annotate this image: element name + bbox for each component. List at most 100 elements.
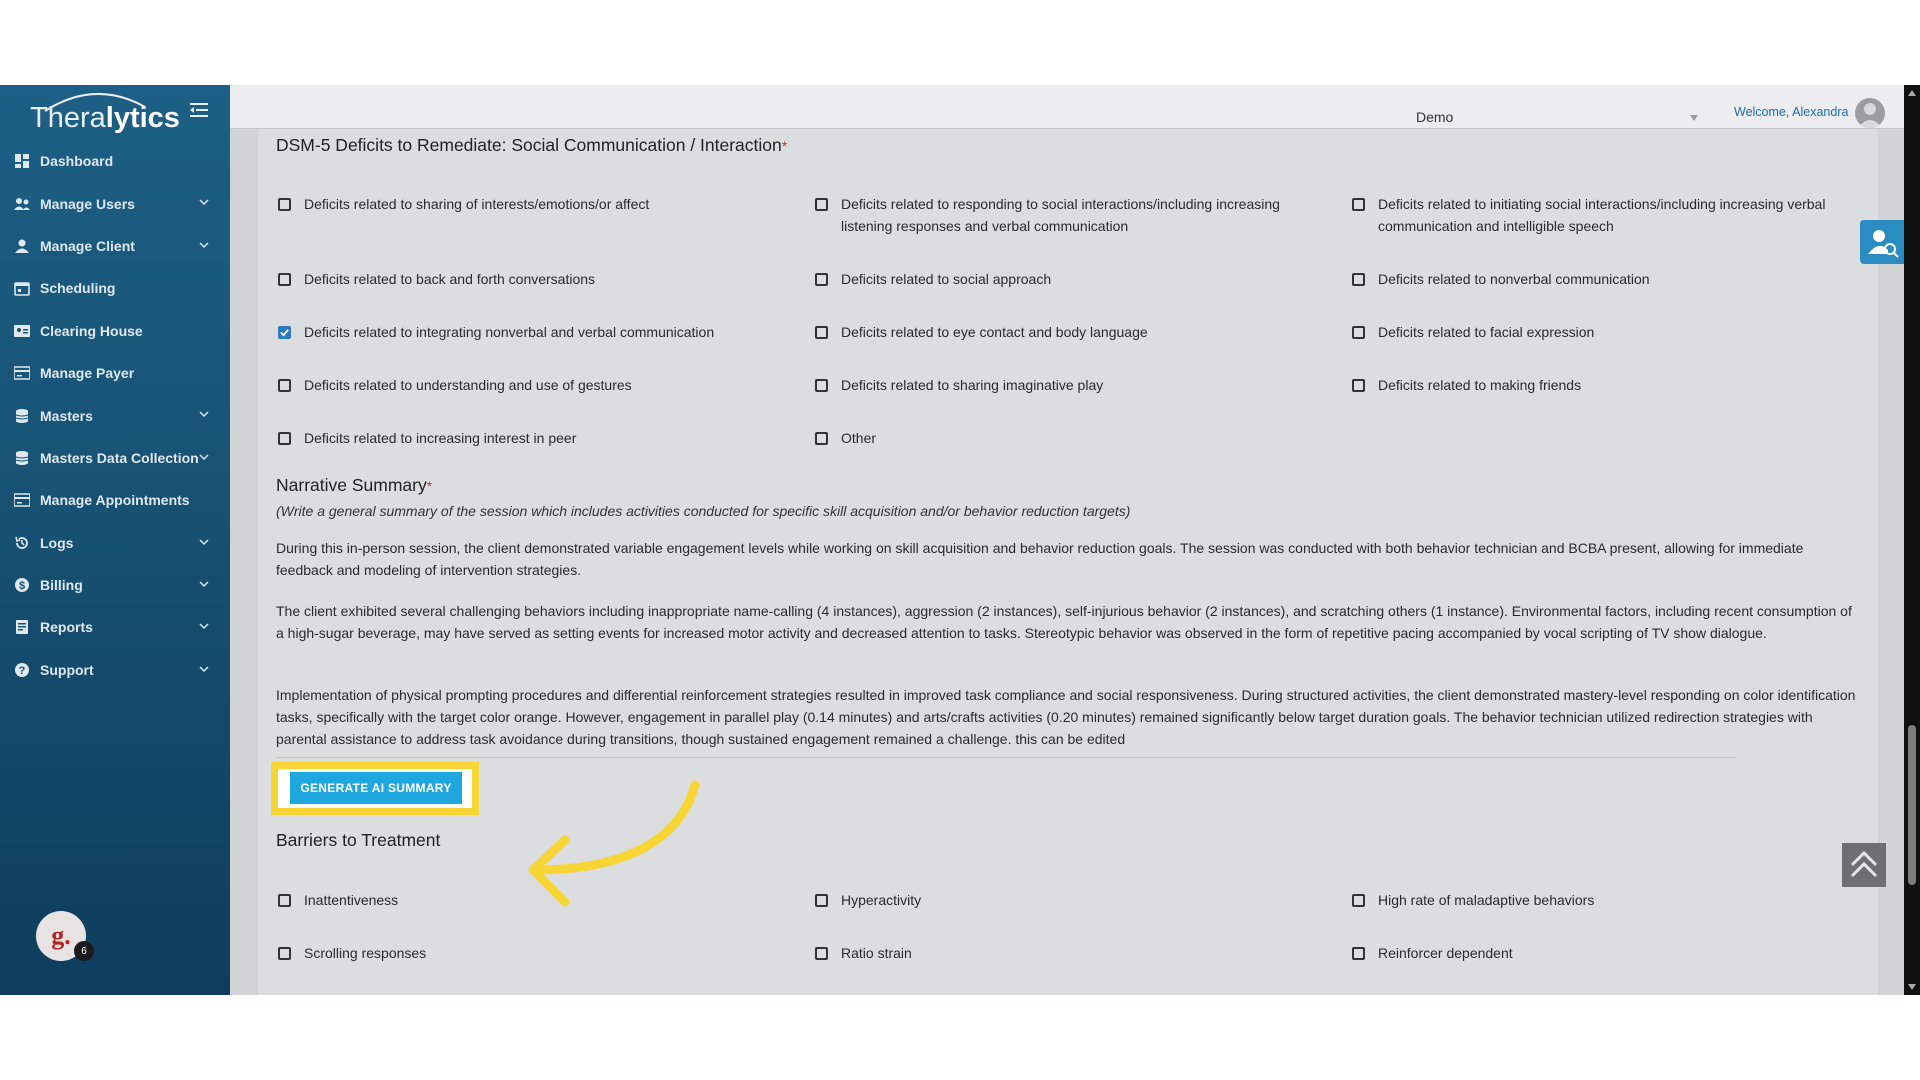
checkbox-option[interactable]: Ratio strain [815, 942, 1335, 964]
scroll-down-arrow-icon[interactable] [1904, 979, 1920, 995]
user-search-button[interactable] [1860, 220, 1904, 264]
checkbox[interactable] [278, 379, 291, 392]
checkbox-option[interactable]: Deficits related to sharing of interests… [278, 193, 798, 215]
sidebar-item-billing[interactable]: $ Billing [0, 564, 230, 606]
checkbox[interactable] [815, 432, 828, 445]
checkbox-option[interactable]: Deficits related to facial expression [1352, 321, 1832, 343]
chevron-down-icon [199, 623, 209, 630]
checkbox-label: Other [841, 430, 877, 446]
checkbox[interactable] [1352, 326, 1365, 339]
checkbox-label: Deficits related to making friends [1378, 377, 1582, 393]
checkbox[interactable] [815, 326, 828, 339]
narrative-paragraph[interactable]: Implementation of physical prompting pro… [276, 684, 1862, 750]
checkbox-option[interactable]: Other [815, 427, 1335, 449]
sidebar-item-label: Manage Users [40, 195, 135, 212]
checkbox[interactable] [1352, 198, 1365, 211]
organization-select[interactable]: Demo [1416, 109, 1706, 129]
brand-name-part1: Thera [30, 102, 106, 134]
chevron-down-icon [199, 411, 209, 418]
sidebar-item-label: Scheduling [40, 280, 116, 297]
checkbox-option[interactable]: Deficits related to responding to social… [815, 193, 1335, 237]
checkbox-label: Deficits related to understanding and us… [304, 377, 632, 393]
checkbox-option[interactable]: Deficits related to back and forth conve… [278, 268, 798, 290]
checkbox[interactable] [278, 198, 291, 211]
checkbox[interactable] [815, 894, 828, 907]
organization-select-value: Demo [1416, 109, 1454, 125]
checkbox[interactable] [1352, 273, 1365, 286]
sidebar-item-masters[interactable]: Masters [0, 394, 230, 436]
checkbox-option[interactable]: Hyperactivity [815, 889, 1335, 911]
sidebar-item-label: Logs [40, 534, 74, 551]
checkbox[interactable] [815, 198, 828, 211]
checkbox-option[interactable]: High rate of maladaptive behaviors [1352, 889, 1832, 911]
checkbox-label: High rate of maladaptive behaviors [1378, 892, 1595, 908]
sidebar: Theralytics Dashboard Manage Users Manag… [0, 85, 230, 995]
checkbox-option[interactable]: Deficits related to nonverbal communicat… [1352, 268, 1832, 290]
svg-text:?: ? [19, 665, 26, 677]
textarea-underline [276, 757, 1736, 758]
sidebar-item-logs[interactable]: Logs [0, 522, 230, 564]
top-bar: Demo Welcome, Alexandra [230, 85, 1904, 129]
chevron-down-icon [199, 581, 209, 587]
checkbox-option[interactable]: Deficits related to understanding and us… [278, 374, 798, 396]
report-icon [16, 620, 28, 635]
sidebar-item-manage-client[interactable]: Manage Client [0, 225, 230, 267]
generate-ai-summary-button[interactable]: GENERATE AI SUMMARY [290, 772, 462, 804]
required-mark: * [781, 138, 788, 154]
checkbox-label: Reinforcer dependent [1378, 945, 1513, 961]
sidebar-item-support[interactable]: ? Support [0, 649, 230, 691]
checkbox-option[interactable]: Deficits related to social approach [815, 268, 1335, 290]
checkbox-option[interactable]: Deficits related to increasing interest … [278, 427, 798, 449]
sidebar-item-masters-data-collection[interactable]: Masters Data Collection [0, 437, 230, 479]
client-icon [15, 239, 29, 253]
narrative-paragraph[interactable]: During this in-person session, the clien… [276, 537, 1862, 581]
checkbox-label: Deficits related to eye contact and body… [841, 324, 1148, 340]
brand-logo[interactable]: Theralytics [30, 93, 180, 143]
checkbox[interactable] [278, 947, 291, 960]
sidebar-item-label: Reports [40, 619, 93, 636]
menu-collapse-icon[interactable] [188, 100, 210, 120]
checkbox-label: Deficits related to initiating social in… [1378, 196, 1826, 234]
checkbox-option[interactable]: Inattentiveness [278, 889, 798, 911]
checkbox-option[interactable]: Deficits related to making friends [1352, 374, 1832, 396]
checkbox[interactable] [278, 273, 291, 286]
sidebar-item-manage-users[interactable]: Manage Users [0, 182, 230, 224]
card-icon [14, 366, 30, 380]
checkbox-option[interactable]: Deficits related to integrating nonverba… [278, 321, 798, 343]
checkbox-checked[interactable] [278, 326, 291, 339]
welcome-user-link[interactable]: Welcome, Alexandra [1734, 105, 1848, 119]
database-icon [15, 450, 29, 465]
checkbox-option[interactable]: Deficits related to sharing imaginative … [815, 374, 1335, 396]
sidebar-item-reports[interactable]: Reports [0, 606, 230, 648]
vertical-scrollbar[interactable] [1904, 85, 1920, 995]
sidebar-item-label: Manage Appointments [40, 492, 190, 509]
checkbox[interactable] [1352, 894, 1365, 907]
checkbox[interactable] [815, 947, 828, 960]
chevron-down-icon [199, 538, 209, 545]
checkbox-option[interactable]: Scrolling responses [278, 942, 798, 964]
scroll-to-top-button[interactable] [1842, 843, 1886, 887]
scroll-up-arrow-icon[interactable] [1904, 85, 1920, 101]
checkbox[interactable] [278, 432, 291, 445]
checkbox-option[interactable]: Deficits related to initiating social in… [1352, 193, 1832, 237]
scrollbar-thumb[interactable] [1908, 725, 1916, 885]
user-search-icon [1868, 230, 1899, 258]
sidebar-item-clearing-house[interactable]: Clearing House [0, 310, 230, 352]
checkbox-option[interactable]: Deficits related to eye contact and body… [815, 321, 1335, 343]
checkbox[interactable] [815, 273, 828, 286]
database-icon [15, 408, 29, 423]
avatar[interactable] [1855, 98, 1885, 128]
sidebar-item-manage-appointments[interactable]: Manage Appointments [0, 479, 230, 521]
sidebar-item-scheduling[interactable]: Scheduling [0, 267, 230, 309]
sidebar-item-manage-payer[interactable]: Manage Payer [0, 352, 230, 394]
history-icon [15, 536, 28, 549]
checkbox[interactable] [1352, 379, 1365, 392]
checkbox[interactable] [815, 379, 828, 392]
checkbox-label: Deficits related to social approach [841, 271, 1052, 287]
checkbox[interactable] [278, 894, 291, 907]
chevron-down-icon [199, 199, 209, 206]
narrative-paragraph[interactable]: The client exhibited several challenging… [276, 600, 1862, 644]
checkbox-option[interactable]: Reinforcer dependent [1352, 942, 1832, 964]
sidebar-item-dashboard[interactable]: Dashboard [0, 140, 230, 182]
checkbox[interactable] [1352, 947, 1365, 960]
